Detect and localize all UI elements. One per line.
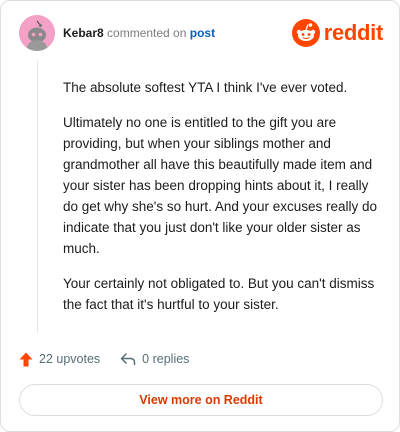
author-name[interactable]: Kebar8 xyxy=(63,26,104,40)
thread-line xyxy=(37,61,38,333)
upvote-arrow-icon xyxy=(19,352,33,366)
comment-paragraph: Ultimately no one is entitled to the gif… xyxy=(63,115,378,256)
avatar-snoo-icon xyxy=(19,15,55,51)
embedded-comment-card: Kebar8 commented on post reddit The abso… xyxy=(0,0,400,432)
avatar[interactable] xyxy=(19,15,55,51)
view-more-button[interactable]: View more on Reddit xyxy=(19,384,383,416)
brand-name: reddit xyxy=(323,20,384,45)
reddit-brand[interactable]: reddit xyxy=(291,18,384,48)
comment-paragraph: The absolute softest YTA I think I've ev… xyxy=(63,80,348,95)
post-link[interactable]: post xyxy=(190,26,215,40)
comment-actions: 22 upvotes 0 replies xyxy=(19,349,189,369)
reddit-logo-icon xyxy=(291,19,320,47)
reply-button[interactable]: 0 replies xyxy=(120,352,189,366)
comment-meta: Kebar8 commented on post xyxy=(63,26,215,40)
reply-count: 0 replies xyxy=(142,352,190,366)
action-text: commented on xyxy=(107,26,187,40)
reply-arrow-icon xyxy=(120,353,136,366)
upvote-count: 22 upvotes xyxy=(39,352,101,366)
comment-paragraph: Your certainly not obligated to. But you… xyxy=(63,276,375,312)
upvote-button[interactable]: 22 upvotes xyxy=(19,352,100,367)
comment-body: The absolute softest YTA I think I've ev… xyxy=(63,77,379,329)
comment-header: Kebar8 commented on post reddit xyxy=(19,15,385,53)
